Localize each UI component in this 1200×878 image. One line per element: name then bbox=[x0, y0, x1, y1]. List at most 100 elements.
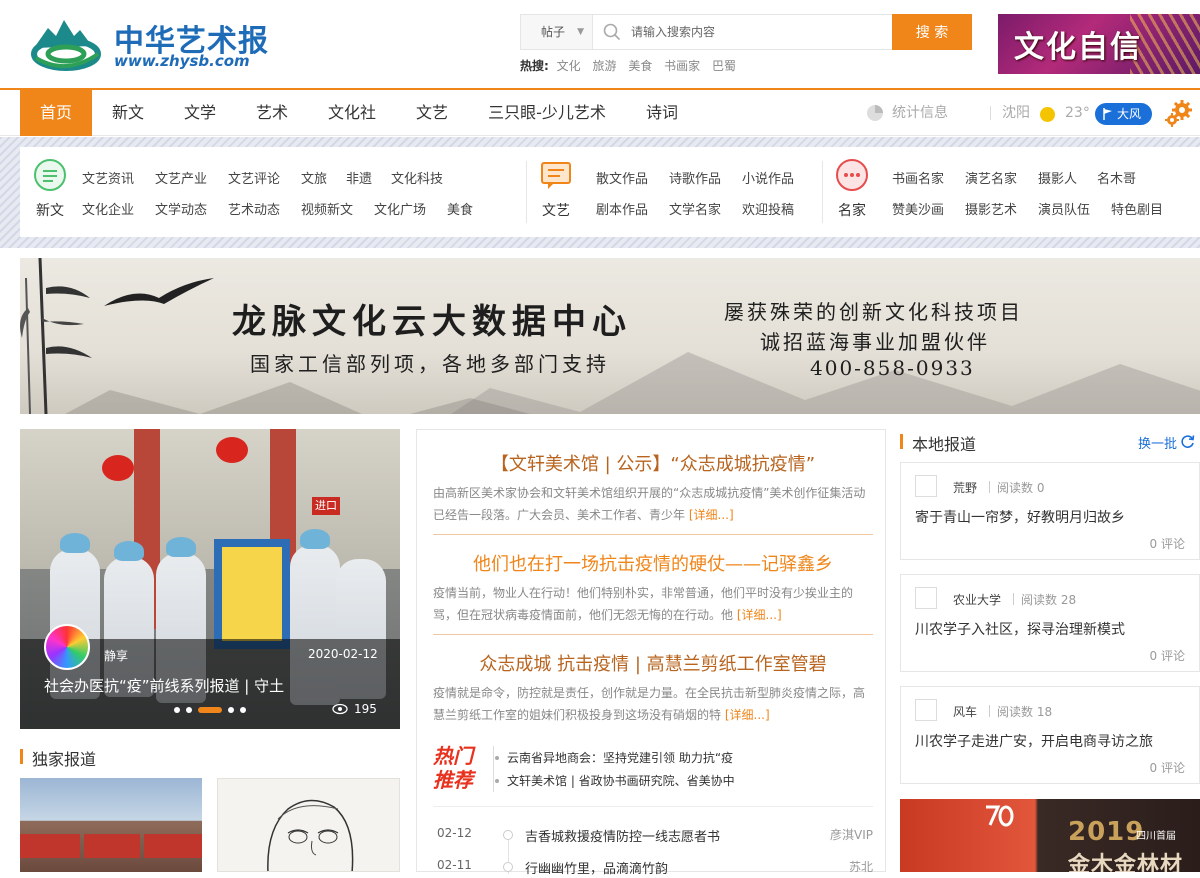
nav-item-wenyi[interactable]: 文艺 bbox=[404, 90, 460, 136]
ad-year: 2019 bbox=[1068, 817, 1145, 847]
search-button[interactable]: 搜 索 bbox=[892, 14, 972, 50]
banner-right-line-2: 诚招蓝海事业加盟伙伴 bbox=[760, 330, 990, 354]
list-item[interactable]: 02-12 吉香城救援疫情防控一线志愿者书 彦淇VIP bbox=[433, 826, 873, 846]
hot-search-link[interactable]: 美食 bbox=[628, 59, 652, 73]
search-input[interactable] bbox=[631, 15, 891, 49]
category-link[interactable]: 剧本作品 bbox=[596, 199, 648, 218]
slider-dot[interactable] bbox=[174, 707, 180, 713]
promo-banner[interactable]: 龙脉文化云大数据中心 国家工信部列项，各地多部门支持 屡获殊荣的创新文化科技项目… bbox=[20, 258, 1200, 414]
category-link[interactable]: 赞美沙画 bbox=[892, 199, 944, 218]
category-link[interactable]: 欢迎投稿 bbox=[742, 199, 794, 218]
category-link[interactable]: 摄影人 bbox=[1038, 168, 1077, 187]
list-item[interactable]: 02-11 行幽幽竹里，品滴滴竹韵 苏北 bbox=[433, 858, 873, 878]
nav-item-literature[interactable]: 文学 bbox=[172, 90, 228, 136]
read-more-link[interactable]: [详细...] bbox=[725, 708, 770, 722]
hot-recommend-item[interactable]: 文轩美术馆 | 省政协书画研究院、省美协中 bbox=[495, 772, 735, 789]
comment-count: 0 bbox=[1149, 537, 1158, 551]
hot-recommend-divider bbox=[493, 746, 494, 792]
nav-item-poetry[interactable]: 诗词 bbox=[634, 90, 690, 136]
author-avatar bbox=[915, 699, 937, 721]
local-news-card[interactable]: 荒野 阅读数 0 寄于青山一帘梦，好教明月归故乡 0 评论 bbox=[900, 462, 1200, 560]
category-link[interactable]: 艺术动态 bbox=[228, 199, 280, 218]
article-title[interactable]: 众志成城 抗击疫情 | 高慧兰剪纸工作室管碧 bbox=[433, 650, 873, 676]
crane-decoration bbox=[104, 278, 214, 306]
exclusive-thumbnail[interactable] bbox=[217, 778, 400, 872]
news-slider[interactable]: 进口 静享 2020-02-12 社会办医抗“疫”前线系列报道 | 守土 195 bbox=[20, 429, 400, 729]
hot-search-link[interactable]: 书画家 bbox=[664, 59, 700, 73]
slider-dot[interactable] bbox=[228, 707, 234, 713]
slider-dot[interactable] bbox=[240, 707, 246, 713]
category-link[interactable]: 散文作品 bbox=[596, 168, 648, 187]
category-link[interactable]: 摄影艺术 bbox=[965, 199, 1017, 218]
article-divider bbox=[433, 534, 873, 535]
sidebar-ad-banner[interactable]: 2019 四川首届 金木金林材 bbox=[900, 799, 1200, 872]
category-link[interactable]: 非遗 bbox=[346, 168, 372, 187]
local-news-card[interactable]: 农业大学 阅读数 28 川农学子入社区，探寻治理新模式 0 评论 bbox=[900, 574, 1200, 672]
bamboo-decoration bbox=[20, 258, 92, 414]
category-link[interactable]: 演员队伍 bbox=[1038, 199, 1090, 218]
category-link[interactable]: 文学名家 bbox=[669, 199, 721, 218]
category-link[interactable]: 文旅 bbox=[301, 168, 327, 187]
refresh-icon[interactable] bbox=[1180, 434, 1195, 449]
hot-search-link[interactable]: 旅游 bbox=[592, 59, 616, 73]
category-link[interactable]: 文艺产业 bbox=[155, 168, 207, 187]
slider-dot-active[interactable] bbox=[198, 707, 222, 713]
slider-dot[interactable] bbox=[186, 707, 192, 713]
comment-count: 0 bbox=[1149, 649, 1158, 663]
category-link[interactable]: 文化广场 bbox=[374, 199, 426, 218]
read-more-link[interactable]: [详细...] bbox=[689, 508, 734, 522]
card-author: 风车 bbox=[953, 705, 978, 719]
slide-image-cap bbox=[60, 533, 90, 553]
nav-item-art[interactable]: 艺术 bbox=[244, 90, 300, 136]
section-heading-local: 本地报道 bbox=[900, 431, 976, 455]
hot-search-link[interactable]: 巴蜀 bbox=[712, 59, 736, 73]
category-link[interactable]: 视频新文 bbox=[301, 199, 353, 218]
exclusive-thumbnail[interactable] bbox=[20, 778, 202, 872]
category-link[interactable]: 文艺资讯 bbox=[82, 168, 134, 187]
category-link[interactable]: 文艺评论 bbox=[228, 168, 280, 187]
slide-title[interactable]: 社会办医抗“疫”前线系列报道 | 守土 bbox=[44, 675, 284, 696]
nav-item-culture-club[interactable]: 文化社 bbox=[316, 90, 388, 136]
category-link[interactable]: 美食 bbox=[447, 199, 473, 218]
list-author: 彦淇VIP bbox=[830, 828, 873, 842]
stats-link[interactable]: 统计信息 bbox=[892, 90, 948, 136]
refresh-batch-link[interactable]: 换一批 bbox=[1138, 433, 1177, 452]
category-group-label: 新文 bbox=[36, 203, 64, 219]
gear-icon[interactable] bbox=[1164, 98, 1194, 128]
section-heading-exclusive: 独家报道 bbox=[20, 746, 96, 770]
weather-city: 沈阳 bbox=[1002, 105, 1030, 121]
card-title: 寄于青山一帘梦，好教明月归故乡 bbox=[915, 510, 1125, 526]
category-link[interactable]: 诗歌作品 bbox=[669, 168, 721, 187]
category-link[interactable]: 文化科技 bbox=[391, 168, 443, 187]
list-divider bbox=[433, 806, 873, 807]
local-news-card[interactable]: 风车 阅读数 18 川农学子走进广安，开启电商寻访之旅 0 评论 bbox=[900, 686, 1200, 784]
card-comments: 0 评论 bbox=[1150, 647, 1185, 664]
anniversary-logo-icon bbox=[986, 805, 1014, 827]
chevron-down-icon: ▼ bbox=[577, 27, 584, 37]
article-title[interactable]: 他们也在打一场抗击疫情的硬仗——记驿鑫乡 bbox=[433, 550, 873, 576]
category-link[interactable]: 文学动态 bbox=[155, 199, 207, 218]
category-link[interactable]: 文化企业 bbox=[82, 199, 134, 218]
category-link[interactable]: 书画名家 bbox=[892, 168, 944, 187]
read-more-link[interactable]: [详细...] bbox=[737, 608, 782, 622]
nav-item-xinwen[interactable]: 新文 bbox=[100, 90, 156, 136]
article-desc: 由高新区美术家协会和文轩美术馆组织开展的“众志成城抗疫情”美术创作征集活动已经告… bbox=[433, 482, 873, 526]
list-title: 吉香城救援疫情防控一线志愿者书 bbox=[525, 830, 721, 845]
site-logo[interactable]: 中华艺术报 www.zhysb.com bbox=[30, 12, 270, 74]
header-ad-banner[interactable]: 文化自信 bbox=[998, 14, 1200, 74]
category-link[interactable]: 小说作品 bbox=[742, 168, 794, 187]
category-link[interactable]: 演艺名家 bbox=[965, 168, 1017, 187]
category-link[interactable]: 特色剧目 bbox=[1111, 199, 1163, 218]
nav-item-home[interactable]: 首页 bbox=[20, 90, 92, 136]
category-link[interactable]: 名木哥 bbox=[1097, 168, 1136, 187]
hot-search-link[interactable]: 文化 bbox=[557, 59, 581, 73]
ad-text: 文化自信 bbox=[1014, 30, 1142, 65]
slide-views: 195 bbox=[354, 702, 377, 716]
article-title[interactable]: 【文轩美术馆 | 公示】“众志成城抗疫情” bbox=[433, 450, 873, 476]
hot-recommend-item[interactable]: 云南省异地商会：坚持党建引领 助力抗“疫 bbox=[494, 749, 733, 766]
nav-item-kids-art[interactable]: 三只眼-少儿艺术 bbox=[476, 90, 618, 136]
search-type-select[interactable]: 帖子 ▼ bbox=[521, 15, 593, 49]
author-avatar bbox=[44, 624, 90, 670]
wind-label: 大风 bbox=[1117, 107, 1142, 121]
card-reads: 阅读数 18 bbox=[997, 703, 1052, 720]
